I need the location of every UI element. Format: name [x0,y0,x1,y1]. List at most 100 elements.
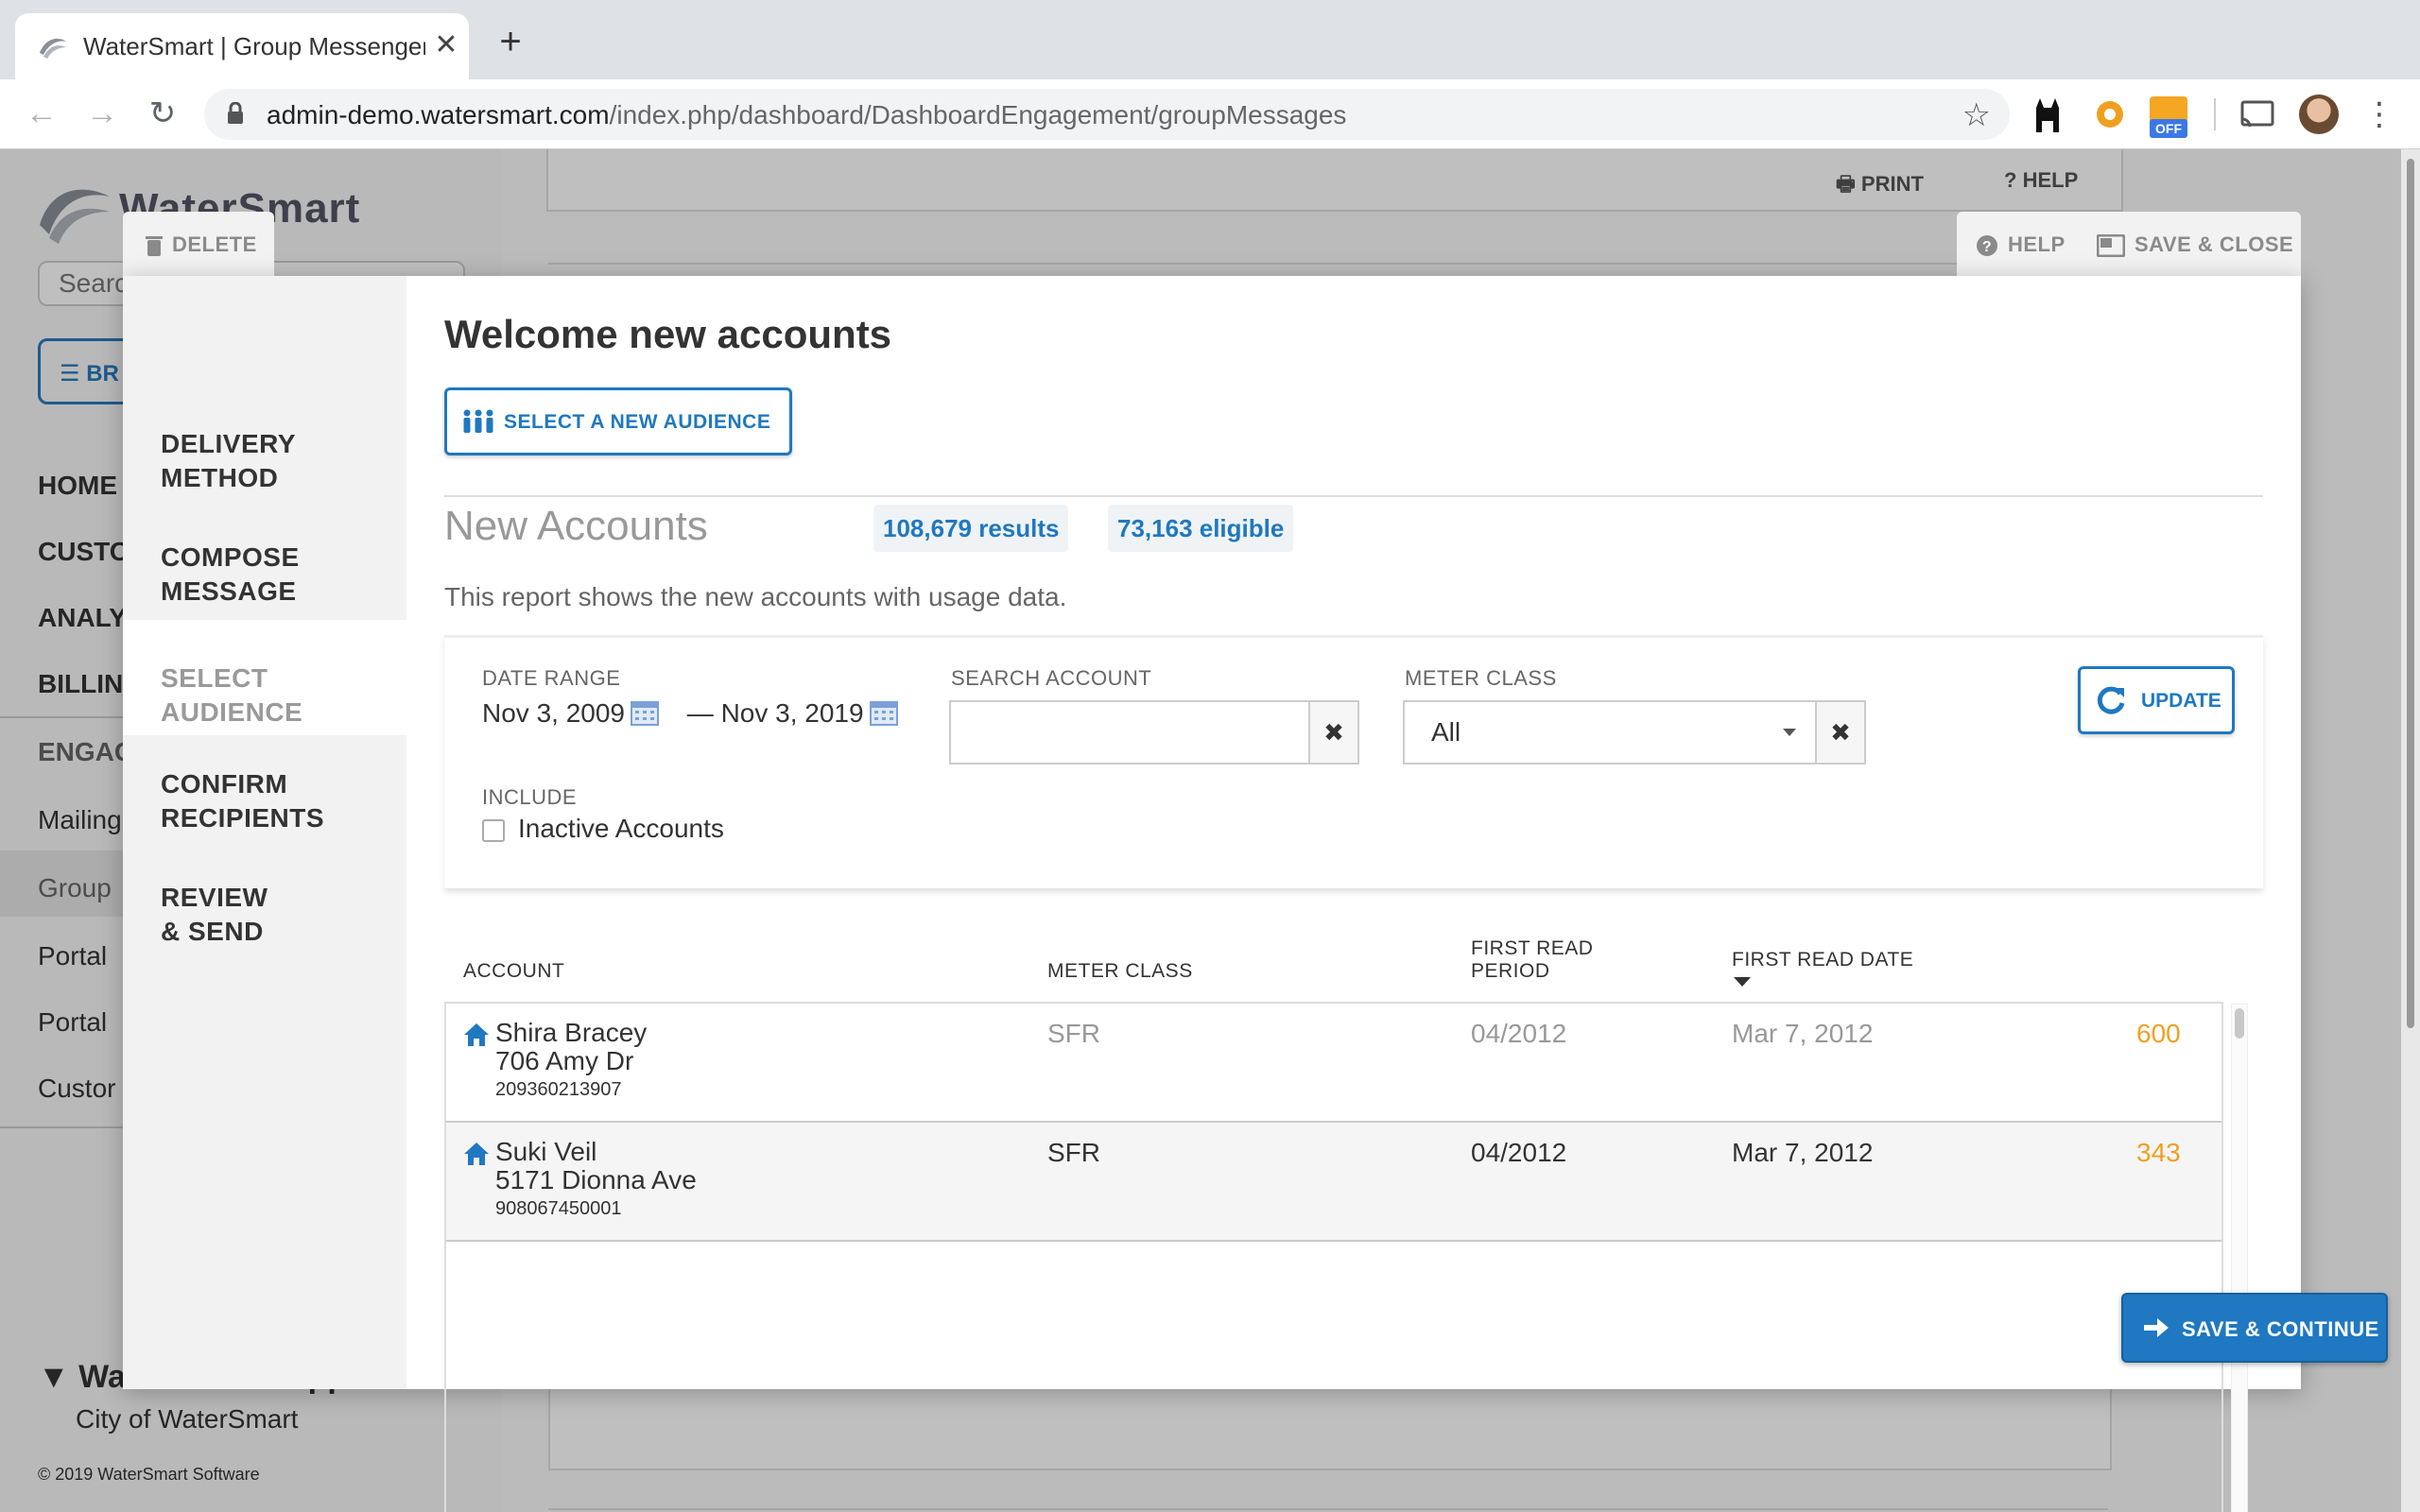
results-count-badge: 108,679 results [873,505,1069,552]
group-message-modal: DELIVERY METHOD COMPOSE MESSAGE SELECT A… [123,276,2388,1512]
col-first-read-date[interactable]: FIRST READ DATE [1732,949,1913,971]
meter-class-select[interactable]: All [1403,700,1817,765]
accounts-table: Shira Bracey 706 Amy Dr 209360213907 SFR… [444,1002,2223,1512]
step-select-audience[interactable]: SELECT AUDIENCE [123,620,406,735]
eligible-count-badge: 73,163 eligible [1108,505,1294,552]
filter-panel: DATE RANGE Nov 3, 2009 — Nov 3, 2019 SEA… [444,635,2263,888]
select-new-audience-button[interactable]: SELECT A NEW AUDIENCE [444,387,792,455]
report-title: New Accounts [444,503,708,549]
calendar-icon[interactable] [869,699,898,726]
refresh-icon [2097,686,2125,714]
modal-content: Welcome new accounts SELECT A NEW AUDIEN… [406,276,2388,1512]
step-compose-message-line2: MESSAGE [161,576,297,606]
col-first-read-period[interactable]: FIRST READ PERIOD [1471,937,1593,983]
update-button[interactable]: UPDATE [2078,666,2235,734]
clear-search-icon[interactable]: ✖ [1308,700,1359,765]
reload-icon[interactable]: ↻ [142,93,183,134]
usage-cell: 600 [2136,1019,2181,1048]
cast-icon[interactable] [2238,94,2276,134]
step-delivery-method[interactable]: DELIVERY METHOD [123,414,406,505]
step-compose-message[interactable]: COMPOSE MESSAGE [123,527,406,618]
col-meter-class[interactable]: METER CLASS [1047,960,1193,983]
first-read-date-cell: Mar 7, 2012 [1732,1138,1874,1167]
step-confirm-recipients-line2: RECIPIENTS [161,803,325,833]
tab-close-icon[interactable]: ✕ [431,28,461,62]
date-from[interactable]: Nov 3, 2009 [482,698,625,728]
url-host: admin-demo.watersmart.com [267,100,610,129]
table-row[interactable]: Shira Bracey 706 Amy Dr 209360213907 SFR… [446,1004,2221,1123]
new-tab-button[interactable]: + [490,21,531,62]
off-badge: OFF [2150,119,2187,138]
step-delivery-method-line2: METHOD [161,463,279,492]
col-first-read-period-line2: PERIOD [1471,960,1550,982]
save-close-icon [2097,234,2125,258]
date-range-label: DATE RANGE [482,666,621,690]
update-label: UPDATE [2141,690,2221,712]
account-name: Shira Bracey [495,1018,648,1047]
message-title: Welcome new accounts [444,312,892,356]
date-range-values: Nov 3, 2009 — Nov 3, 2019 [482,698,898,729]
delete-tab: DELETE [123,212,274,276]
modal-help-button[interactable]: ? HELP [1976,232,2066,257]
step-select-audience-line1: SELECT [161,663,268,693]
chevron-down-icon [1783,729,1796,736]
browser-menu-icon[interactable]: ⋮ [2363,91,2395,138]
inactive-accounts-label[interactable]: Inactive Accounts [518,814,724,844]
sort-descending-icon[interactable] [1734,977,1751,987]
house-icon [464,1143,489,1165]
account-address: 706 Amy Dr [495,1046,634,1075]
help-circle-icon: ? [1977,235,1997,257]
cat-extension-icon[interactable] [2029,94,2066,134]
lock-icon [228,102,243,124]
house-icon [464,1023,489,1046]
page-scrollbar[interactable] [2401,149,2420,1512]
col-account[interactable]: ACCOUNT [463,960,564,983]
off-extension-icon[interactable]: OFF [2150,96,2187,138]
modal-top-tools: ? HELP SAVE & CLOSE [1957,212,2301,276]
bookmark-star-icon[interactable]: ☆ [1962,96,1991,134]
save-close-button[interactable]: SAVE & CLOSE [2097,232,2294,258]
step-review-send-line1: REVIEW [161,883,268,912]
browser-tab[interactable]: WaterSmart | Group Messenger ✕ [15,13,469,79]
svg-text:?: ? [1982,239,1992,255]
meter-class-label: METER CLASS [1405,666,1557,690]
step-review-send[interactable]: REVIEW & SEND [123,868,406,958]
gear-extension-icon[interactable] [2091,94,2129,134]
account-number: 209360213907 [495,1079,622,1100]
table-scrollbar[interactable] [2231,1004,2248,1512]
profile-avatar[interactable] [2299,94,2339,134]
trash-icon [146,236,163,257]
step-confirm-recipients-line1: CONFIRM [161,769,288,799]
browser-tabstrip: WaterSmart | Group Messenger ✕ + [0,0,2420,79]
date-to[interactable]: Nov 3, 2019 [721,698,864,728]
save-close-label: SAVE & CLOSE [2135,232,2294,256]
step-compose-message-line1: COMPOSE [161,542,300,572]
table-row[interactable]: Suki Veil 5171 Dionna Ave 908067450001 S… [446,1123,2221,1242]
first-read-period-cell: 04/2012 [1471,1138,1567,1167]
first-read-period-cell: 04/2012 [1471,1019,1567,1048]
toolbar-separator [2214,98,2216,130]
meter-class-cell: SFR [1047,1138,1100,1167]
clear-meter-class-icon[interactable]: ✖ [1815,700,1866,765]
account-address: 5171 Dionna Ave [495,1165,697,1194]
back-arrow-icon[interactable]: ← [21,93,62,134]
forward-arrow-icon[interactable]: → [81,93,123,134]
include-label: INCLUDE [482,785,578,809]
calendar-icon[interactable] [631,699,659,726]
meter-class-cell: SFR [1047,1019,1100,1048]
delete-button[interactable]: DELETE [146,232,257,257]
search-account-input[interactable] [949,700,1310,765]
date-separator: — [686,698,714,728]
table-header: ACCOUNT METER CLASS FIRST READ PERIOD FI… [444,928,2221,1000]
select-new-audience-label: SELECT A NEW AUDIENCE [504,411,771,433]
step-select-audience-line2: AUDIENCE [161,697,303,727]
page-scrollbar-thumb[interactable] [2407,159,2414,1028]
step-confirm-recipients[interactable]: CONFIRM RECIPIENTS [123,754,406,845]
report-description: This report shows the new accounts with … [444,582,1067,611]
table-scrollbar-thumb[interactable] [2235,1008,2244,1039]
address-bar[interactable]: admin-demo.watersmart.com/index.php/dash… [204,89,2010,140]
col-first-read-period-line1: FIRST READ [1471,937,1594,959]
save-continue-button[interactable]: SAVE & CONTINUE [2121,1293,2388,1363]
inactive-accounts-checkbox[interactable] [482,819,505,842]
modal-help-label: HELP [2008,232,2066,256]
